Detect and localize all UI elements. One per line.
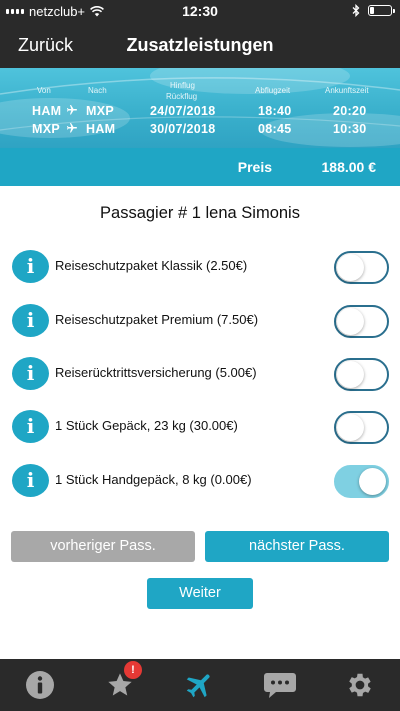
battery-level <box>370 7 374 14</box>
passenger-title: Passagier # 1 lena Simonis <box>100 204 300 222</box>
column-from: Von <box>37 86 51 95</box>
option-row: i Reiseschutzpaket Premium (7.50€) <box>0 302 400 342</box>
leg-from: HAM <box>32 104 62 118</box>
tab-bar: ! <box>0 659 400 711</box>
option-label: 1 Stück Gepäck, 23 kg (30.00€) <box>55 418 238 433</box>
leg-date: 30/07/2018 <box>150 122 216 136</box>
toggle-knob <box>337 308 364 335</box>
price-label: Preis <box>237 159 272 175</box>
leg-arrival: 10:30 <box>333 122 367 136</box>
info-icon[interactable]: i <box>12 304 49 337</box>
notification-badge: ! <box>124 661 142 679</box>
status-bar: netzclub+ 12:30 <box>0 0 400 22</box>
option-row: i 1 Stück Gepäck, 23 kg (30.00€) <box>0 408 400 448</box>
option-label: Reiseschutzpaket Premium (7.50€) <box>55 312 259 327</box>
navigation-bar: Zurück Zusatzleistungen <box>0 22 400 68</box>
column-to: Nach <box>88 86 107 95</box>
page-title: Zusatzleistungen <box>126 35 274 55</box>
option-toggle[interactable] <box>334 411 389 444</box>
airplane-icon <box>66 104 78 119</box>
option-toggle[interactable] <box>334 465 389 498</box>
column-departure: Abflugzeit <box>255 86 291 95</box>
leg-arrival: 20:20 <box>333 104 367 118</box>
info-icon[interactable]: i <box>12 464 49 497</box>
info-icon[interactable]: i <box>12 357 49 390</box>
column-outbound: Hinflug <box>170 81 195 90</box>
leg-departure: 08:45 <box>258 122 292 136</box>
option-toggle[interactable] <box>334 251 389 284</box>
previous-passenger-button[interactable]: vorheriger Pass. <box>11 531 195 562</box>
toggle-knob <box>359 468 386 495</box>
option-label: 1 Stück Handgepäck, 8 kg (0.00€) <box>55 472 252 487</box>
toggle-knob <box>337 254 364 281</box>
option-row: i Reiseschutzpaket Klassik (2.50€) <box>0 248 400 288</box>
info-icon <box>26 671 54 699</box>
column-return: Rückflug <box>166 92 198 101</box>
battery-icon <box>368 5 395 16</box>
column-arrival: Ankunftszeit <box>325 86 369 95</box>
leg-date: 24/07/2018 <box>150 104 216 118</box>
bluetooth-icon <box>352 4 360 17</box>
option-toggle[interactable] <box>334 358 389 391</box>
airplane-icon <box>66 122 78 137</box>
price-bar: Preis 188.00 € <box>0 148 400 186</box>
toggle-knob <box>337 361 364 388</box>
price-value: 188.00 € <box>321 159 377 175</box>
leg-departure: 18:40 <box>258 104 292 118</box>
toggle-knob <box>337 414 364 441</box>
status-right <box>352 4 395 17</box>
continue-button[interactable]: Weiter <box>147 578 253 609</box>
leg-to: HAM <box>86 122 116 136</box>
option-label: Reiserücktrittsversicherung (5.00€) <box>55 365 257 380</box>
tab-favorites[interactable]: ! <box>100 661 142 701</box>
next-passenger-button[interactable]: nächster Pass. <box>205 531 389 562</box>
tab-messages[interactable] <box>260 669 300 701</box>
option-toggle[interactable] <box>334 305 389 338</box>
option-row: i 1 Stück Handgepäck, 8 kg (0.00€) <box>0 462 400 502</box>
chat-icon <box>264 673 296 698</box>
flight-summary: Von Nach Hinflug Rückflug Abflugzeit Ank… <box>0 68 400 148</box>
info-icon[interactable]: i <box>12 250 49 283</box>
tab-flights[interactable] <box>180 669 220 701</box>
airplane-icon <box>186 674 210 698</box>
status-time: 12:30 <box>182 3 218 19</box>
leg-to: MXP <box>86 104 114 118</box>
option-label: Reiseschutzpaket Klassik (2.50€) <box>55 258 248 273</box>
option-row: i Reiserücktrittsversicherung (5.00€) <box>0 355 400 395</box>
tab-info[interactable] <box>20 669 60 701</box>
gear-icon <box>349 673 371 697</box>
tab-settings[interactable] <box>340 669 380 701</box>
info-icon[interactable]: i <box>12 410 49 443</box>
leg-from: MXP <box>32 122 60 136</box>
